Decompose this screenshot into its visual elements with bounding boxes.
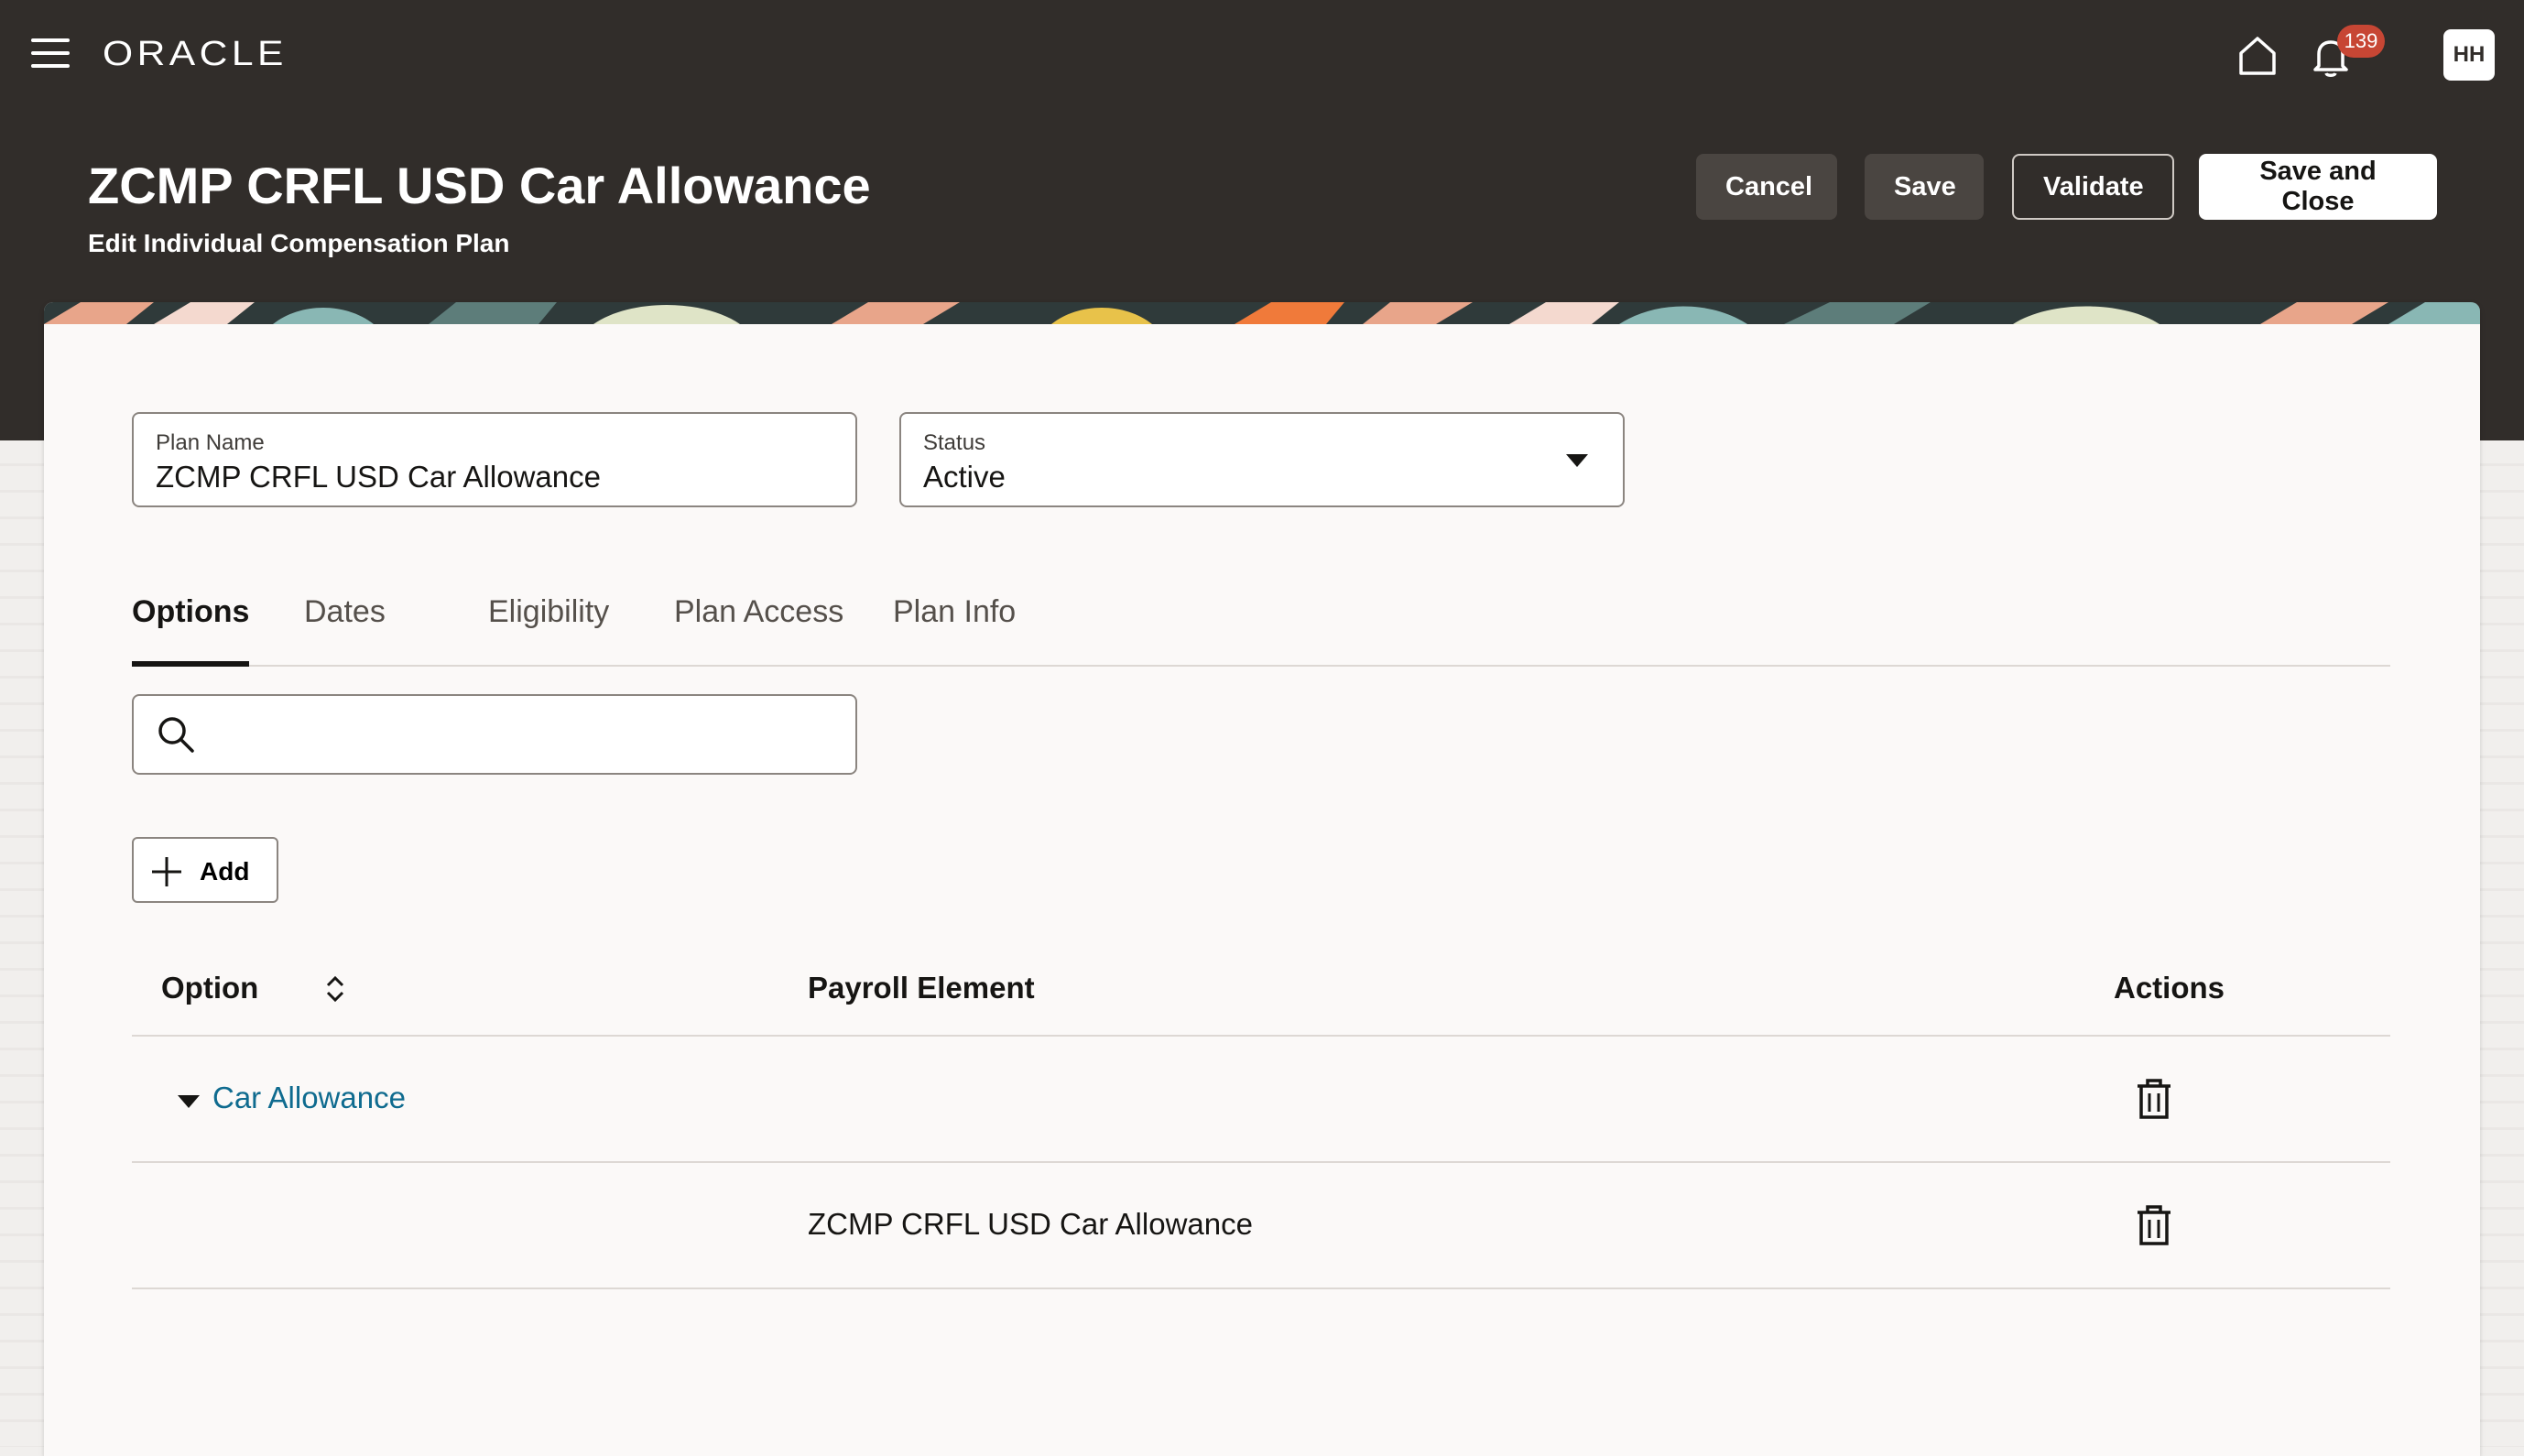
hamburger-menu-icon[interactable]: [31, 38, 70, 68]
tab-bar: Options Dates Eligibility Plan Access Pl…: [132, 586, 2390, 667]
validate-button[interactable]: Validate: [2012, 154, 2174, 220]
user-avatar[interactable]: HH: [2443, 29, 2495, 81]
search-icon: [158, 717, 194, 753]
plan-name-field[interactable]: Plan Name ZCMP CRFL USD Car Allowance: [132, 412, 857, 507]
table-header: Option Payroll Element Actions: [132, 943, 2390, 1037]
cancel-button[interactable]: Cancel: [1696, 154, 1837, 220]
trash-icon[interactable]: [2134, 1077, 2174, 1121]
search-field[interactable]: [132, 694, 857, 775]
status-select[interactable]: Status Active: [899, 412, 1625, 507]
save-and-close-button[interactable]: Save and Close: [2199, 154, 2437, 220]
payroll-element-cell: ZCMP CRFL USD Car Allowance: [808, 1207, 1253, 1241]
tab-dates[interactable]: Dates: [304, 586, 386, 665]
save-button[interactable]: Save: [1865, 154, 1984, 220]
global-header: ORACLE 139 HH: [0, 0, 2524, 110]
main-card: Plan Name ZCMP CRFL USD Car Allowance St…: [44, 302, 2480, 1456]
status-label: Status: [923, 430, 986, 455]
page-title: ZCMP CRFL USD Car Allowance: [88, 157, 871, 214]
option-link[interactable]: Car Allowance: [212, 1081, 406, 1115]
add-button[interactable]: Add: [132, 837, 278, 903]
plan-name-label: Plan Name: [156, 430, 265, 455]
plan-name-value[interactable]: ZCMP CRFL USD Car Allowance: [156, 460, 833, 494]
plus-icon: [152, 857, 181, 886]
tab-options[interactable]: Options: [132, 586, 250, 667]
column-header-actions: Actions: [2114, 971, 2225, 1005]
table-row: ZCMP CRFL USD Car Allowance: [132, 1163, 2390, 1289]
expand-collapse-icon[interactable]: [178, 1095, 200, 1108]
chevron-down-icon[interactable]: [1566, 454, 1588, 467]
add-button-label: Add: [200, 857, 250, 886]
tab-eligibility[interactable]: Eligibility: [488, 586, 609, 665]
options-table: Option Payroll Element Actions Car Allow…: [132, 943, 2390, 1289]
column-header-payroll-element: Payroll Element: [808, 971, 1035, 1005]
tab-plan-access[interactable]: Plan Access: [674, 586, 843, 665]
decorative-banner: [44, 302, 2480, 324]
column-header-option[interactable]: Option: [161, 971, 258, 1005]
home-icon[interactable]: [2235, 33, 2280, 79]
sort-icon[interactable]: [322, 971, 348, 1007]
search-input[interactable]: [211, 705, 837, 766]
tab-plan-info[interactable]: Plan Info: [893, 586, 1016, 665]
table-row: Car Allowance: [132, 1037, 2390, 1163]
notification-badge: 139: [2337, 25, 2385, 58]
status-value[interactable]: Active: [923, 460, 1601, 494]
page-subtitle: Edit Individual Compensation Plan: [88, 229, 510, 257]
oracle-logo: ORACLE: [103, 35, 288, 73]
trash-icon[interactable]: [2134, 1203, 2174, 1247]
